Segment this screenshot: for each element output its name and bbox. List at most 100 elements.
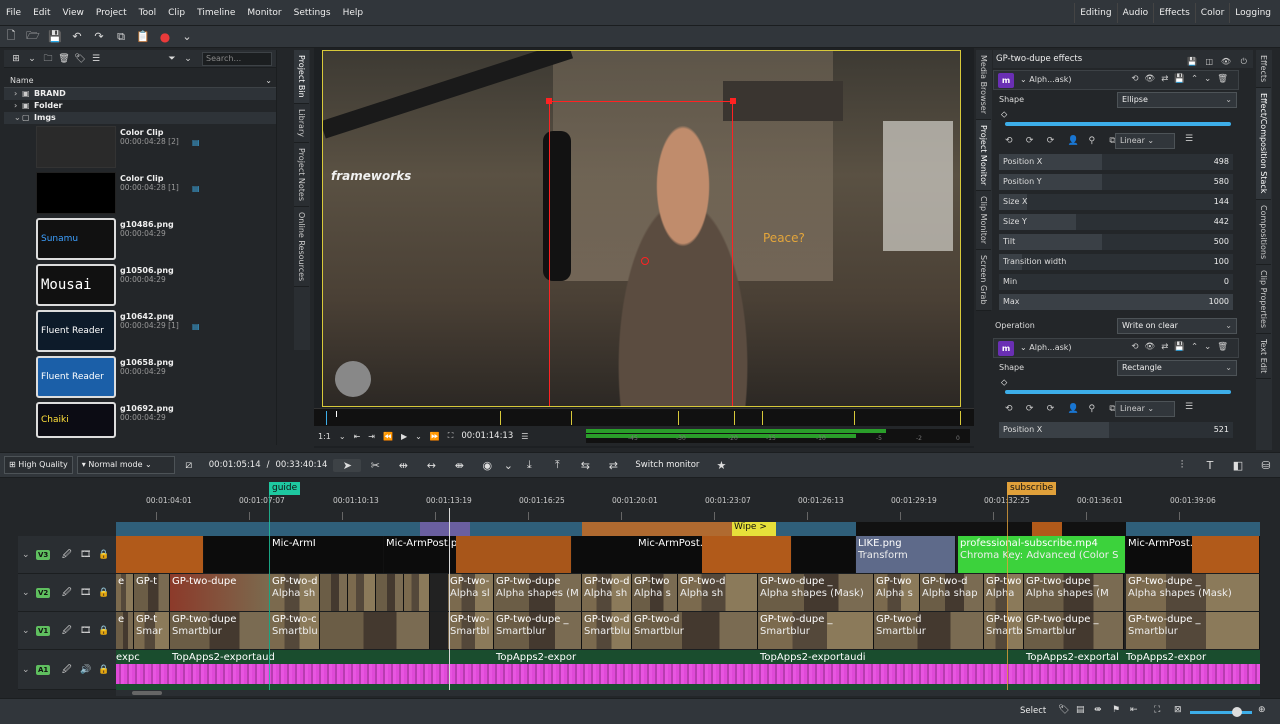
crop-icon[interactable]: ⛶	[444, 431, 458, 441]
param-row[interactable]: Tilt 500	[999, 232, 1239, 252]
timeline-clip[interactable]: GP-two-d Alpha sh	[270, 574, 320, 611]
disable-preview-icon[interactable]: ⧄	[175, 458, 203, 472]
list-item[interactable]: Chaiki g10692.png 00:00:04:29	[32, 400, 276, 438]
timeline-clip[interactable]: GP-two-dupe _ Smartblur	[758, 612, 874, 649]
zone-icon[interactable]: ⇤	[1130, 705, 1138, 715]
clip-label[interactable]: TopApps2-exportaudi	[760, 652, 866, 663]
interpolation-select[interactable]: Linear ⌄	[1115, 401, 1175, 417]
next-keyframe-icon[interactable]: ⟳	[1047, 130, 1065, 152]
film-icon[interactable]: 🎞	[80, 588, 91, 598]
edit-mode-select[interactable]: ▾ Normal mode ⌄	[76, 456, 175, 474]
track-header-v3[interactable]: ⌄ V3 🖉 🎞 🔒	[18, 536, 116, 574]
param-value[interactable]: 498	[1149, 157, 1229, 166]
redo-icon[interactable]: ↷	[88, 26, 110, 48]
layout-color[interactable]: Color	[1194, 3, 1230, 23]
mixer-icon[interactable]: ⫶	[1168, 458, 1196, 472]
bin-search-input[interactable]: Search...	[202, 51, 272, 66]
track-header-v1[interactable]: ⌄ V1 🖉 🎞 🔒	[18, 612, 116, 650]
zoom-in-icon[interactable]: ⊕	[1258, 705, 1266, 715]
timeline-clip[interactable]: GP-two Alpha s	[632, 574, 678, 611]
set-in-icon[interactable]: ⇤	[350, 432, 365, 441]
filter-icon[interactable]: ⏷	[164, 50, 180, 68]
layout-effects[interactable]: Effects	[1153, 3, 1195, 23]
mask-center-handle[interactable]	[641, 257, 649, 265]
param-row[interactable]: Size X 144	[999, 192, 1239, 212]
menu-settings[interactable]: Settings	[288, 0, 337, 26]
film-icon[interactable]: 🎞	[80, 550, 91, 560]
effect-wand-icon[interactable]: 🖉	[62, 585, 72, 601]
timeline-clip[interactable]	[204, 536, 270, 573]
film-icon[interactable]: ▤	[1076, 705, 1085, 715]
list-item[interactable]: Fluent Reader g10658.png 00:00:04:29	[32, 354, 276, 400]
overwrite-icon[interactable]: ⤒	[543, 458, 571, 472]
timeline-clip[interactable]: GP-t Smar	[134, 612, 170, 649]
bin-column-header[interactable]: Name ⌄	[4, 74, 276, 88]
folder-imgs[interactable]: ⌄▢ Imgs	[4, 112, 276, 124]
tab-media-browser[interactable]: Media Browser	[976, 50, 991, 120]
fit-icon[interactable]: ⛶	[1154, 705, 1160, 715]
ripple-tool-icon[interactable]: ↔	[417, 459, 445, 472]
folder-brand[interactable]: › ▣ BRAND	[4, 88, 276, 100]
keyframe-timeline[interactable]: ⬦	[993, 110, 1239, 130]
lock-icon[interactable]: 🔒	[98, 588, 109, 598]
video-preview[interactable]: frameworks Peace?	[322, 50, 961, 407]
timeline-position[interactable]: 00:01:05:14	[203, 460, 267, 470]
timeline-clip[interactable]: GP-two-d Smartblur	[874, 612, 984, 649]
menu-tool[interactable]: Tool	[133, 0, 162, 26]
chevron-down-icon[interactable]: ⌄	[180, 50, 196, 68]
chevron-down-icon[interactable]: ⌄	[1020, 343, 1029, 352]
timeline-clip[interactable]: GP-two Alpha	[984, 574, 1024, 611]
timeline-clip[interactable]	[116, 536, 204, 573]
track-header-a1[interactable]: ⌄ A1 🖉 🔊 🔒	[18, 650, 116, 690]
split-view-icon[interactable]: ◫	[1205, 53, 1213, 71]
effect-header[interactable]: m ⌄ Alph...ask) ⟲👁⇄💾⌃⌄🗑	[993, 338, 1239, 358]
timeline-clip[interactable]: GP-two-dupe _ Smartblur	[1024, 612, 1124, 649]
tab-clip-properties[interactable]: Clip Properties	[1256, 265, 1271, 334]
timeline-clip[interactable]	[348, 574, 376, 611]
param-value[interactable]: 144	[1149, 197, 1229, 206]
tab-project-bin[interactable]: Project Bin	[294, 50, 309, 104]
chevron-down-icon[interactable]: ⌄	[176, 26, 198, 48]
keyframe-timeline[interactable]: ⬦	[993, 378, 1239, 398]
flag-icon[interactable]: ⚑	[1112, 705, 1120, 715]
eye-icon[interactable]: 👁	[1221, 53, 1231, 71]
composite-icon[interactable]: ◧	[1224, 459, 1252, 472]
timeline-clip[interactable]: GP-two-dupe _ Smartblur	[494, 612, 582, 649]
timeline-clip[interactable]: GP-two-dupe _ Alpha shapes (M	[1024, 574, 1124, 611]
title-icon[interactable]: T	[1196, 459, 1224, 472]
timeline-ruler[interactable]: 00:01:04:01 00:01:07:07 00:01:10:13 00:0…	[116, 482, 1260, 520]
param-row[interactable]: Min 0	[999, 272, 1239, 292]
param-value[interactable]: 442	[1149, 217, 1229, 226]
param-row[interactable]: Transition width 100	[999, 252, 1239, 272]
snap-icon[interactable]: ⇼	[1094, 705, 1102, 715]
delete-icon[interactable]: 🗑	[56, 50, 72, 68]
effect-wand-icon[interactable]: 🖉	[62, 547, 72, 563]
effect-wand-icon[interactable]: 🖉	[62, 623, 72, 639]
layout-logging[interactable]: Logging	[1229, 3, 1276, 23]
menu-file[interactable]: File	[0, 0, 27, 26]
add-keyframe-icon[interactable]: ⟳	[1026, 398, 1044, 420]
shape-select[interactable]: Ellipse ⌄	[1117, 92, 1237, 108]
timeline-clip[interactable]: professional-subscribe.mp4 Chroma Key: Ad…	[958, 536, 1126, 573]
operation-select[interactable]: Write on clear ⌄	[1117, 318, 1237, 334]
previous-keyframe-icon[interactable]: ⟲	[1005, 398, 1023, 420]
tab-project-monitor[interactable]: Project Monitor	[976, 120, 991, 192]
tab-library[interactable]: Library	[294, 104, 309, 143]
param-row[interactable]: Position X 521	[999, 420, 1239, 440]
keyframe-icon[interactable]: ⚲	[1089, 398, 1107, 420]
set-out-icon[interactable]: ⇥	[364, 432, 379, 441]
timeline-clip[interactable]	[320, 612, 430, 649]
timeline-clip[interactable]	[404, 574, 430, 611]
zoom-slider-handle[interactable]	[1232, 707, 1242, 717]
timeline-clip[interactable]: e	[116, 612, 134, 649]
monitor-timecode[interactable]: 00:01:14:13	[457, 431, 517, 441]
tab-effects[interactable]: Effects	[1256, 50, 1271, 89]
timeline-clip[interactable]: GP-two-dupe Alpha shapes (M	[494, 574, 582, 611]
tag-icon[interactable]: 🏷	[72, 50, 88, 68]
open-folder-icon[interactable]: 🗁	[22, 26, 44, 48]
chevron-down-icon[interactable]: ⌄	[22, 588, 30, 598]
save-icon[interactable]: 💾	[44, 26, 66, 48]
next-keyframe-icon[interactable]: ⟳	[1047, 398, 1065, 420]
list-item[interactable]: Color Clip 00:00:04:28 [2] ▤	[32, 124, 276, 170]
layout-editing[interactable]: Editing	[1074, 3, 1116, 23]
